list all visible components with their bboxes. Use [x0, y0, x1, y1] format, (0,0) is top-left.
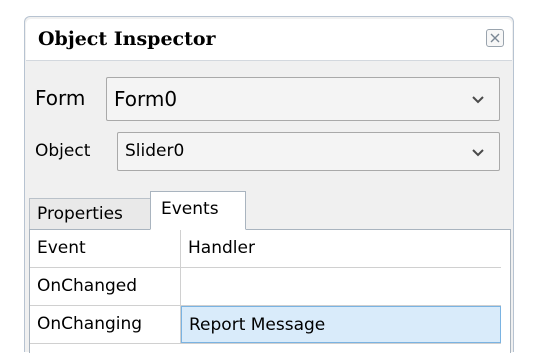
- close-icon: [490, 33, 500, 43]
- handler-cell[interactable]: [181, 268, 501, 305]
- chevron-down-icon: [472, 96, 484, 104]
- window-title: Object Inspector: [38, 28, 216, 50]
- table-header-row: Event Handler: [30, 230, 510, 267]
- close-button[interactable]: [486, 29, 504, 47]
- form-select-value: Form0: [114, 87, 178, 111]
- event-name-cell[interactable]: OnChanging: [30, 306, 181, 343]
- chevron-down-icon: [472, 149, 484, 157]
- row-divider: [30, 343, 501, 344]
- form-label: Form: [35, 86, 86, 110]
- column-header-event[interactable]: Event: [30, 230, 181, 267]
- event-name-cell[interactable]: OnChanged: [30, 268, 181, 305]
- tab-events[interactable]: Events: [150, 191, 246, 230]
- title-bar: Object Inspector: [26, 19, 512, 61]
- object-select[interactable]: Slider0: [117, 132, 500, 171]
- events-table: Event Handler OnChanged OnChanging Repor…: [29, 230, 511, 353]
- object-select-value: Slider0: [125, 141, 185, 161]
- form-select[interactable]: Form0: [106, 77, 500, 121]
- column-header-handler[interactable]: Handler: [181, 230, 501, 267]
- tab-properties[interactable]: Properties: [29, 198, 151, 229]
- object-inspector-panel: Object Inspector Form Form0 Object Slide…: [24, 16, 514, 353]
- table-row[interactable]: OnChanged: [30, 268, 510, 305]
- object-label: Object: [35, 141, 91, 161]
- table-row[interactable]: OnChanging Report Message: [30, 306, 510, 343]
- handler-cell-selected[interactable]: Report Message: [181, 306, 501, 343]
